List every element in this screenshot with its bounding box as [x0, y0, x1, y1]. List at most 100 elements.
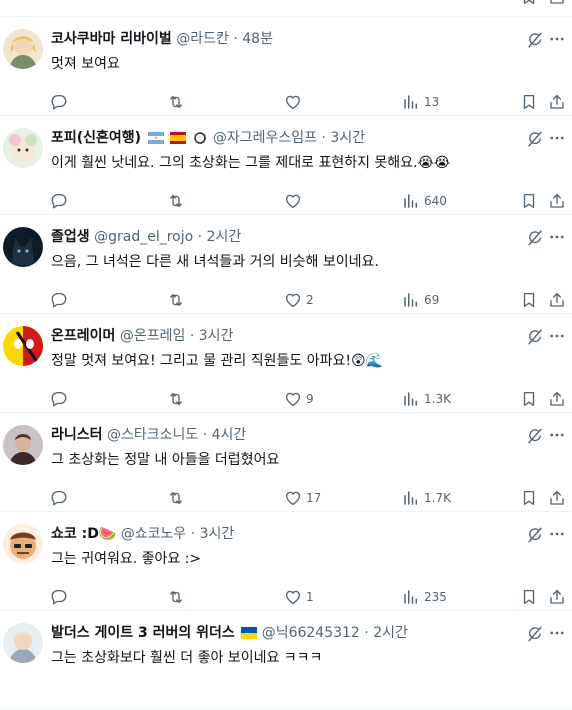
- share-button[interactable]: [548, 190, 566, 212]
- view-count: 1.7K: [424, 491, 451, 505]
- display-name[interactable]: 온프레이머: [51, 328, 115, 344]
- reply-post[interactable]: 졸업생 @grad_el_rojo · 2시간 으음, 그 녀석은 다른 새 녀…: [0, 215, 572, 314]
- reply-post[interactable]: 발더스 게이트 3 러버의 위더스 @닉66245312 · 2시간 그는 초상…: [0, 611, 572, 710]
- separator-dot: ·: [197, 229, 203, 245]
- display-name[interactable]: 코사쿠바마 리바이벌: [51, 31, 172, 47]
- post-time[interactable]: 48분: [242, 31, 273, 47]
- reply-post[interactable]: 라니스터 @스타크소니도 · 4시간 그 초상화는 정말 내 아들을 더럽혔어요…: [0, 413, 572, 512]
- more-icon[interactable]: [548, 30, 566, 48]
- grok-icon[interactable]: [526, 625, 544, 643]
- views-button[interactable]: 69: [402, 289, 439, 311]
- like-button[interactable]: [284, 190, 306, 212]
- reply-button[interactable]: [50, 586, 68, 608]
- like-button[interactable]: 17: [284, 487, 321, 509]
- grok-icon[interactable]: [526, 229, 544, 247]
- user-handle[interactable]: @자그레우스임프: [213, 130, 317, 146]
- reply-button[interactable]: [50, 289, 68, 311]
- user-handle[interactable]: @온프레임: [120, 328, 186, 344]
- bookmark-icon: [523, 490, 535, 506]
- avatar[interactable]: [3, 524, 43, 564]
- share-button[interactable]: [548, 388, 566, 410]
- avatar[interactable]: [3, 425, 43, 465]
- retweet-button[interactable]: [167, 289, 185, 311]
- bookmark-button[interactable]: [520, 0, 538, 8]
- avatar[interactable]: [3, 227, 43, 267]
- user-handle[interactable]: @닉66245312: [262, 625, 360, 641]
- grok-icon[interactable]: [526, 526, 544, 544]
- avatar[interactable]: [3, 326, 43, 366]
- retweet-button[interactable]: [167, 487, 185, 509]
- more-icon[interactable]: [548, 228, 566, 246]
- grok-icon[interactable]: [526, 130, 544, 148]
- user-handle[interactable]: @스타크소니도: [107, 427, 198, 443]
- share-button[interactable]: [548, 487, 566, 509]
- share-button[interactable]: [548, 0, 566, 8]
- views-icon: [404, 392, 417, 406]
- post-time[interactable]: 3시간: [200, 526, 235, 542]
- views-button[interactable]: 640: [402, 190, 447, 212]
- avatar[interactable]: [3, 623, 43, 663]
- more-icon[interactable]: [548, 129, 566, 147]
- more-icon[interactable]: [548, 624, 566, 642]
- reply-button[interactable]: [50, 91, 68, 113]
- post-header: 쇼코 :D🍉 @쇼코노우 · 3시간: [51, 525, 502, 543]
- display-name[interactable]: 발더스 게이트 3 러버의 위더스: [51, 625, 235, 641]
- share-button[interactable]: [548, 91, 566, 113]
- reply-post[interactable]: 포피(신혼여행) @자그레우스임프 · 3시간 이게 훨씬 낫네요. 그의 초상…: [0, 116, 572, 215]
- display-name[interactable]: 졸업생: [51, 229, 90, 245]
- like-button[interactable]: 9: [284, 388, 314, 410]
- share-icon: [550, 0, 564, 4]
- display-name[interactable]: 포피(신혼여행): [51, 130, 141, 146]
- bookmark-button[interactable]: [520, 91, 538, 113]
- avatar[interactable]: [3, 29, 43, 69]
- bookmark-button[interactable]: [520, 388, 538, 410]
- reply-button[interactable]: [50, 487, 68, 509]
- display-name[interactable]: 쇼코 :D🍉: [51, 526, 116, 542]
- post-time[interactable]: 4시간: [212, 427, 247, 443]
- views-button[interactable]: 1.3K: [402, 388, 451, 410]
- bookmark-button[interactable]: [520, 289, 538, 311]
- post-time[interactable]: 3시간: [330, 130, 365, 146]
- user-handle[interactable]: @grad_el_rojo: [94, 229, 193, 245]
- views-button[interactable]: 1.7K: [402, 487, 451, 509]
- display-name[interactable]: 라니스터: [51, 427, 103, 443]
- user-handle[interactable]: @라드칸: [176, 31, 229, 47]
- retweet-button[interactable]: [167, 388, 185, 410]
- grok-icon[interactable]: [526, 328, 544, 346]
- avatar[interactable]: [3, 128, 43, 168]
- post-time[interactable]: 2시간: [373, 625, 408, 641]
- reply-post[interactable]: 온프레이머 @온프레임 · 3시간 정말 멋져 보여요! 그리고 물 관리 직원…: [0, 314, 572, 413]
- reply-post[interactable]: 코사쿠바마 리바이벌 @라드칸 · 48분 멋져 보여요 13: [0, 17, 572, 116]
- bookmark-button[interactable]: [520, 586, 538, 608]
- heart-icon: [285, 194, 301, 209]
- share-button[interactable]: [548, 586, 566, 608]
- like-button[interactable]: 1: [284, 586, 314, 608]
- previous-post-tail: [0, 0, 572, 17]
- views-button[interactable]: 13: [402, 91, 439, 113]
- post-time[interactable]: 3시간: [199, 328, 234, 344]
- post-time[interactable]: 2시간: [207, 229, 242, 245]
- retweet-button[interactable]: [167, 586, 185, 608]
- reply-feed: 코사쿠바마 리바이벌 @라드칸 · 48분 멋져 보여요 13 포피(신혼여행)…: [0, 0, 572, 710]
- bookmark-button[interactable]: [520, 190, 538, 212]
- share-button[interactable]: [548, 289, 566, 311]
- like-button[interactable]: 2: [284, 289, 314, 311]
- retweet-icon: [170, 294, 182, 306]
- grok-icon[interactable]: [526, 31, 544, 49]
- grok-icon[interactable]: [526, 427, 544, 445]
- post-text: 그는 초상화보다 훨씬 더 좋아 보이네요 ㅋㅋㅋ: [51, 650, 323, 666]
- more-icon[interactable]: [548, 525, 566, 543]
- bookmark-button[interactable]: [520, 487, 538, 509]
- views-button[interactable]: 235: [402, 586, 447, 608]
- more-icon[interactable]: [548, 426, 566, 444]
- more-icon[interactable]: [548, 327, 566, 345]
- retweet-button[interactable]: [167, 91, 185, 113]
- action-bar: 1 235: [0, 586, 572, 608]
- user-handle[interactable]: @쇼코노우: [121, 526, 187, 542]
- reply-button[interactable]: [50, 190, 68, 212]
- share-icon: [550, 589, 564, 604]
- retweet-button[interactable]: [167, 190, 185, 212]
- like-button[interactable]: [284, 91, 306, 113]
- reply-button[interactable]: [50, 388, 68, 410]
- reply-post[interactable]: 쇼코 :D🍉 @쇼코노우 · 3시간 그는 귀여워요. 좋아요 :> 1 235: [0, 512, 572, 611]
